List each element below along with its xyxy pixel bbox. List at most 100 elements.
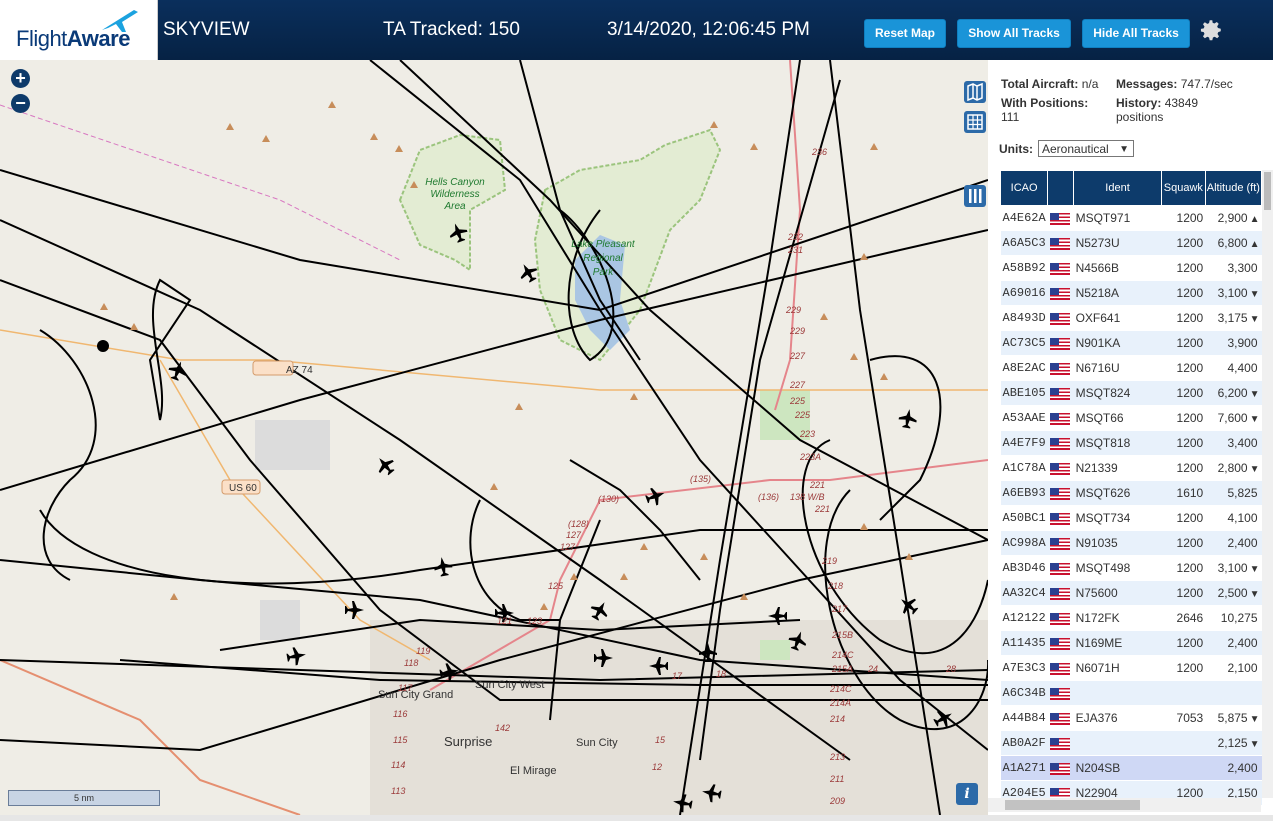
vertical-scrollbar[interactable] [1262,170,1273,798]
road-marker: 217 [831,604,848,614]
cell-ident: OXF641 [1073,305,1162,331]
table-row[interactable]: A69016 N5218A 1200 3,100 ▼ [1000,280,1262,306]
cell-icao: A6C34B [1000,680,1048,706]
cell-flag [1047,455,1074,481]
cell-altitude: 2,400 [1205,530,1262,556]
table-row[interactable]: AC73C5 N901KA 1200 3,900 [1000,330,1262,356]
hide-all-tracks-button[interactable]: Hide All Tracks [1082,19,1190,48]
map-canvas[interactable]: AZ 74 US 60 Hells Canyon Wilderness Area… [0,60,988,815]
altitude-value: 2,400 [1227,636,1258,650]
table-row[interactable]: A4E62A MSQT971 1200 2,900 ▲ [1000,205,1262,231]
cell-icao: A8493D [1000,305,1048,331]
window-bottom-edge [0,815,1273,821]
cell-flag [1047,605,1074,631]
road-marker: 223A [799,452,821,462]
table-row[interactable]: A11435 N169ME 1200 2,400 [1000,630,1262,656]
us-flag-icon [1049,387,1070,400]
road-marker: 219 [821,556,837,566]
zoom-out-button[interactable]: − [11,94,30,113]
show-all-tracks-button[interactable]: Show All Tracks [957,19,1071,48]
table-row[interactable]: A58B92 N4566B 1200 3,300 [1000,255,1262,281]
altitude-value: 3,400 [1227,436,1258,450]
cell-icao: A6A5C3 [1000,230,1048,256]
cell-squawk: 1200 [1161,280,1206,306]
cell-squawk: 1200 [1161,455,1206,481]
cell-squawk: 1200 [1161,255,1206,281]
units-select[interactable]: Aeronautical ▼ [1038,140,1134,157]
table-row[interactable]: A8E2AC N6716U 1200 4,400 [1000,355,1262,381]
table-row[interactable]: A6EB93 MSQT626 1610 5,825 [1000,480,1262,506]
road-marker: 215A [831,664,853,674]
table-row[interactable]: A1C78A N21339 1200 2,800 ▼ [1000,455,1262,481]
road-marker: 215B [831,630,853,640]
table-row[interactable]: A4E7F9 MSQT818 1200 3,400 [1000,430,1262,456]
table-row[interactable]: AB3D46 MSQT498 1200 3,100 ▼ [1000,555,1262,581]
table-row[interactable]: AA32C4 N75600 1200 2,500 ▼ [1000,580,1262,606]
road-marker: 117 [398,683,413,693]
cell-ident: MSQT66 [1073,405,1162,431]
column-header-icao[interactable]: ICAO [999,170,1049,206]
road-marker: (135) [690,474,711,484]
info-icon[interactable]: i [956,783,978,805]
road-marker: 214A [829,698,851,708]
cell-squawk: 1200 [1161,630,1206,656]
road-marker: 223 [799,429,815,439]
cell-squawk [1161,755,1206,781]
table-row[interactable]: A12122 N172FK 2646 10,275 [1000,605,1262,631]
altitude-value: 10,275 [1220,611,1258,625]
altitude-trend-icon: ▼ [1249,464,1260,475]
cell-flag [1047,380,1074,406]
altitude-trend-icon: ▼ [1249,414,1260,425]
road-marker: 214C [831,650,854,660]
us-flag-icon [1049,537,1070,550]
road-marker: 214 [829,714,845,724]
road-marker: 218 [827,581,843,591]
map-layer-icon[interactable] [964,81,986,103]
table-row[interactable]: A7E3C3 N6071H 1200 2,100 [1000,655,1262,681]
cell-flag [1047,705,1074,731]
cell-icao: A4E62A [1000,205,1048,231]
us-flag-icon [1049,737,1070,750]
cell-ident: N4566B [1073,255,1162,281]
column-header-altitude[interactable]: Altitude (ft) [1204,170,1263,206]
altitude-value: 2,500 [1217,586,1248,600]
cell-flag [1047,755,1074,781]
cell-ident: N204SB [1073,755,1162,781]
reset-map-button[interactable]: Reset Map [864,19,946,48]
cell-ident: MSQT734 [1073,505,1162,531]
vertical-scroll-thumb[interactable] [1264,172,1271,210]
cell-icao: AC998A [1000,530,1048,556]
columns-icon[interactable] [964,185,986,207]
us-flag-icon [1049,362,1070,375]
altitude-value: 5,875 [1217,711,1248,725]
table-row[interactable]: A50BC1 MSQT734 1200 4,100 [1000,505,1262,531]
cell-icao: A44B84 [1000,705,1048,731]
cell-altitude: 5,875 ▼ [1205,705,1262,731]
us-flag-icon [1049,687,1070,700]
column-header-flag[interactable] [1047,170,1075,206]
column-header-ident[interactable]: Ident [1073,170,1162,206]
flightaware-logo[interactable]: FlightAware [0,0,158,60]
messages-rate: Messages: 747.7/sec [1116,77,1233,91]
cell-squawk: 7053 [1161,705,1206,731]
road-marker: 121 [497,616,512,626]
cell-altitude: 2,400 [1205,630,1262,656]
table-row[interactable]: A53AAE MSQT66 1200 7,600 ▼ [1000,405,1262,431]
table-row[interactable]: A1A271 N204SB 2,400 [1000,755,1262,781]
gear-icon[interactable] [1198,17,1224,43]
horizontal-scroll-thumb[interactable] [1005,800,1140,810]
table-row[interactable]: A6A5C3 N5273U 1200 6,800 ▲ [1000,230,1262,256]
zoom-in-button[interactable]: + [11,69,30,88]
cell-icao: A58B92 [1000,255,1048,281]
table-row[interactable]: AB0A2F 2,125 ▼ [1000,730,1262,756]
table-row[interactable]: A8493D OXF641 1200 3,175 ▼ [1000,305,1262,331]
table-row[interactable]: AC998A N91035 1200 2,400 [1000,530,1262,556]
cell-icao: AB3D46 [1000,555,1048,581]
table-row[interactable]: A6C34B [1000,680,1262,706]
table-row[interactable]: ABE105 MSQT824 1200 6,200 ▼ [1000,380,1262,406]
cell-ident: N5273U [1073,230,1162,256]
us-flag-icon [1049,662,1070,675]
grid-icon[interactable] [964,111,986,133]
column-header-squawk[interactable]: Squawk [1160,170,1206,206]
table-row[interactable]: A44B84 EJA376 7053 5,875 ▼ [1000,705,1262,731]
